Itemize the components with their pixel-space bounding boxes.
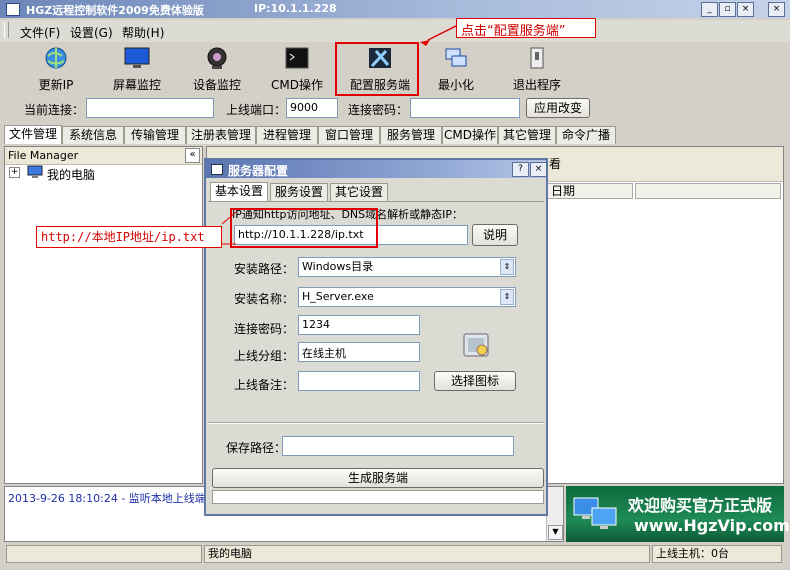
annotation-arrows bbox=[221, 25, 457, 245]
left-callout: http://本地IP地址/ip.txt bbox=[36, 226, 222, 248]
highlight-url-field bbox=[230, 208, 378, 248]
